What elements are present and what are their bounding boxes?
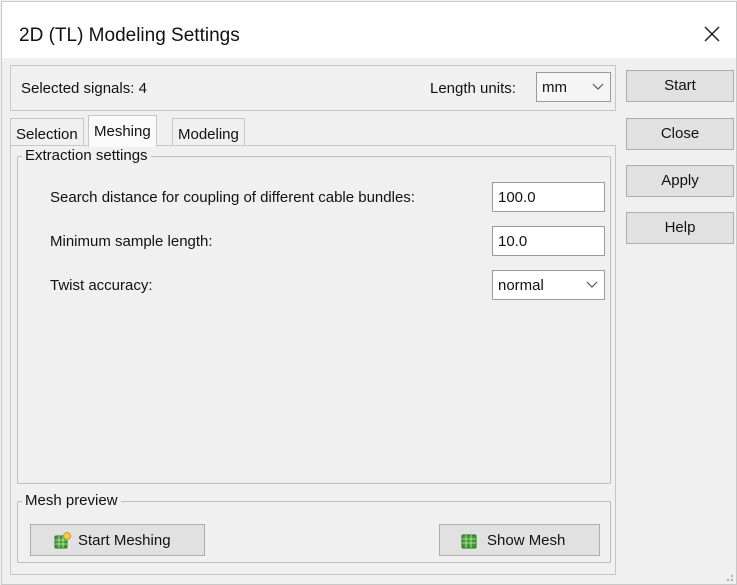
start-mesh-icon bbox=[54, 532, 71, 549]
meshing-tab-panel: Extraction settings Search distance for … bbox=[10, 145, 616, 575]
selected-signals-label: Selected signals: 4 bbox=[21, 80, 147, 97]
mesh-preview-group: Mesh preview Start Meshing Show Mesh bbox=[17, 492, 611, 563]
dialog-window: 2D (TL) Modeling Settings Selected signa… bbox=[1, 1, 737, 585]
tab-modeling[interactable]: Modeling bbox=[172, 118, 245, 147]
tab-selection[interactable]: Selection bbox=[10, 118, 84, 147]
extraction-settings-title: Extraction settings bbox=[22, 147, 151, 164]
tab-meshing[interactable]: Meshing bbox=[88, 115, 157, 147]
length-units-label: Length units: bbox=[430, 80, 516, 97]
start-meshing-button[interactable]: Start Meshing bbox=[30, 524, 205, 556]
resize-grip-icon[interactable] bbox=[724, 572, 734, 582]
length-units-select[interactable]: mm bbox=[536, 72, 611, 102]
chevron-down-icon bbox=[592, 83, 604, 90]
mesh-preview-title: Mesh preview bbox=[22, 492, 121, 509]
signal-info-bar: Selected signals: 4 Length units: mm bbox=[10, 65, 616, 111]
mesh-icon bbox=[461, 534, 477, 549]
length-units-value: mm bbox=[542, 79, 567, 96]
extraction-settings-group: Extraction settings Search distance for … bbox=[17, 147, 611, 484]
start-meshing-label: Start Meshing bbox=[78, 532, 171, 549]
search-distance-label: Search distance for coupling of differen… bbox=[50, 189, 415, 206]
twist-accuracy-label: Twist accuracy: bbox=[50, 277, 153, 294]
twist-accuracy-select[interactable]: normal bbox=[492, 270, 605, 300]
start-button[interactable]: Start bbox=[626, 70, 734, 102]
title-bar: 2D (TL) Modeling Settings bbox=[2, 2, 736, 58]
show-mesh-button[interactable]: Show Mesh bbox=[439, 524, 600, 556]
min-sample-length-label: Minimum sample length: bbox=[50, 233, 213, 250]
close-button[interactable]: Close bbox=[626, 118, 734, 150]
chevron-down-icon bbox=[586, 281, 598, 288]
close-icon[interactable] bbox=[700, 22, 724, 46]
apply-button[interactable]: Apply bbox=[626, 165, 734, 197]
help-button[interactable]: Help bbox=[626, 212, 734, 244]
search-distance-field[interactable]: 100.0 bbox=[492, 182, 605, 212]
show-mesh-label: Show Mesh bbox=[487, 532, 566, 549]
dialog-title: 2D (TL) Modeling Settings bbox=[19, 25, 240, 46]
min-sample-length-field[interactable]: 10.0 bbox=[492, 226, 605, 256]
twist-accuracy-value: normal bbox=[498, 277, 544, 294]
